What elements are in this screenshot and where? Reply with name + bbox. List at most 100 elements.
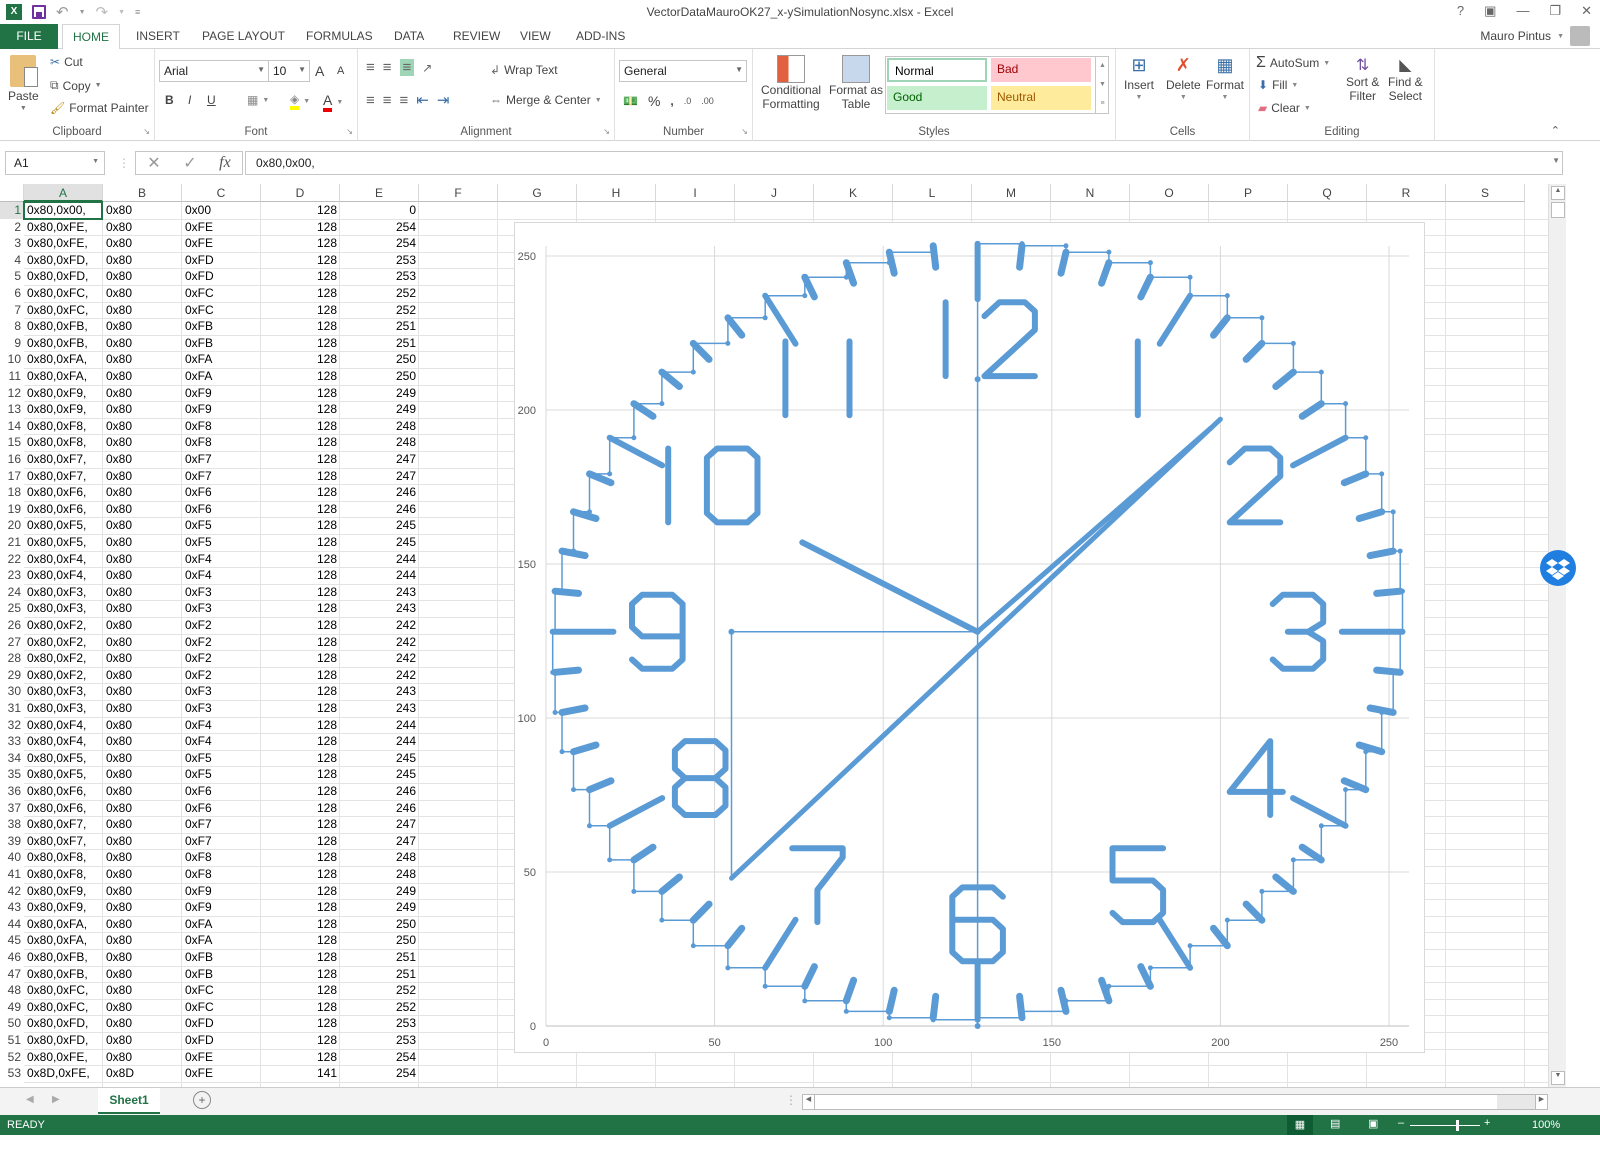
formula-input[interactable]: 0x80,0x00, bbox=[245, 151, 1563, 175]
row-header[interactable]: 36 bbox=[0, 783, 24, 800]
cell-a44[interactable]: 0x80,0xFA, bbox=[24, 916, 103, 933]
cell-c21[interactable]: 0xF5 bbox=[182, 534, 261, 551]
cell-c33[interactable]: 0xF4 bbox=[182, 733, 261, 750]
insert-function-icon[interactable]: fx bbox=[219, 154, 231, 172]
cell-b44[interactable]: 0x80 bbox=[103, 916, 182, 933]
scroll-up-button[interactable]: ▲ bbox=[1551, 186, 1565, 200]
format-painter-button[interactable]: 🖌 Format Painter bbox=[50, 101, 149, 115]
underline-button[interactable]: U bbox=[207, 93, 216, 107]
decrease-decimal-icon[interactable]: .00 bbox=[701, 96, 714, 106]
cell-b12[interactable]: 0x80 bbox=[103, 385, 182, 402]
decrease-indent-icon[interactable]: ⇤ bbox=[416, 91, 429, 109]
vertical-scrollbar[interactable]: ▲ ▼ bbox=[1548, 184, 1566, 1087]
cell-a13[interactable]: 0x80,0xF9, bbox=[24, 401, 103, 418]
column-header-q[interactable]: Q bbox=[1288, 184, 1367, 202]
cell-e7[interactable]: 252 bbox=[340, 302, 419, 319]
horizontal-scroll-thumb[interactable] bbox=[815, 1095, 1497, 1109]
cell-c2[interactable]: 0xFE bbox=[182, 219, 261, 236]
cell-c35[interactable]: 0xF5 bbox=[182, 766, 261, 783]
cell-e45[interactable]: 250 bbox=[340, 932, 419, 949]
cell-c28[interactable]: 0xF2 bbox=[182, 650, 261, 667]
cell-d16[interactable]: 128 bbox=[261, 451, 340, 468]
column-header-k[interactable]: K bbox=[814, 184, 893, 202]
cell-d11[interactable]: 128 bbox=[261, 368, 340, 385]
align-center-icon[interactable]: ≡ bbox=[383, 92, 392, 109]
cell-e18[interactable]: 246 bbox=[340, 484, 419, 501]
cell-a51[interactable]: 0x80,0xFD, bbox=[24, 1032, 103, 1049]
cell-e52[interactable]: 254 bbox=[340, 1049, 419, 1066]
increase-font-size-button[interactable]: A bbox=[315, 63, 324, 79]
cell-d14[interactable]: 128 bbox=[261, 418, 340, 435]
cell-e22[interactable]: 244 bbox=[340, 551, 419, 568]
insert-cells-button[interactable]: ⊞ Insert ▼ bbox=[1124, 55, 1154, 101]
align-bottom-icon[interactable]: ≡ bbox=[399, 59, 415, 76]
name-box[interactable]: A1 ▼ bbox=[5, 151, 105, 175]
avatar[interactable] bbox=[1570, 26, 1590, 46]
column-header-b[interactable]: B bbox=[103, 184, 182, 202]
cell-e4[interactable]: 253 bbox=[340, 252, 419, 269]
cell-d22[interactable]: 128 bbox=[261, 551, 340, 568]
accounting-format-icon[interactable]: 💵 bbox=[623, 94, 638, 108]
tab-add-ins[interactable]: ADD-INS bbox=[566, 24, 635, 49]
cell-c7[interactable]: 0xFC bbox=[182, 302, 261, 319]
scroll-sheets-left-icon[interactable]: ◀ bbox=[26, 1094, 34, 1105]
cell-b4[interactable]: 0x80 bbox=[103, 252, 182, 269]
cell-e34[interactable]: 245 bbox=[340, 750, 419, 767]
dialog-launcher-icon[interactable]: ↘ bbox=[741, 127, 748, 136]
enter-icon[interactable]: ✓ bbox=[183, 153, 196, 173]
cell-c38[interactable]: 0xF7 bbox=[182, 816, 261, 833]
zoom-slider-thumb[interactable] bbox=[1456, 1120, 1459, 1131]
cell-d3[interactable]: 128 bbox=[261, 235, 340, 252]
scroll-left-button[interactable]: ◀ bbox=[803, 1095, 815, 1109]
cell-c10[interactable]: 0xFA bbox=[182, 351, 261, 368]
row-header[interactable]: 50 bbox=[0, 1015, 24, 1032]
cell-e27[interactable]: 242 bbox=[340, 634, 419, 651]
row-header[interactable]: 28 bbox=[0, 650, 24, 667]
font-size-combo[interactable]: 10 ▼ bbox=[268, 60, 310, 82]
user-account[interactable]: Mauro Pintus ▼ bbox=[1480, 26, 1590, 46]
cell-c52[interactable]: 0xFE bbox=[182, 1049, 261, 1066]
cell-d7[interactable]: 128 bbox=[261, 302, 340, 319]
row-header[interactable]: 34 bbox=[0, 750, 24, 767]
column-header-j[interactable]: J bbox=[735, 184, 814, 202]
cell-b45[interactable]: 0x80 bbox=[103, 932, 182, 949]
cell-c23[interactable]: 0xF4 bbox=[182, 567, 261, 584]
dropbox-icon[interactable] bbox=[1540, 550, 1576, 586]
cell-a35[interactable]: 0x80,0xF5, bbox=[24, 766, 103, 783]
cell-a37[interactable]: 0x80,0xF6, bbox=[24, 800, 103, 817]
row-header[interactable]: 17 bbox=[0, 468, 24, 485]
cell-d42[interactable]: 128 bbox=[261, 883, 340, 900]
cell-e8[interactable]: 251 bbox=[340, 318, 419, 335]
row-header[interactable]: 7 bbox=[0, 302, 24, 319]
page-break-view-icon[interactable]: ▣ bbox=[1368, 1117, 1378, 1130]
cell-a52[interactable]: 0x80,0xFE, bbox=[24, 1049, 103, 1066]
cell-a48[interactable]: 0x80,0xFC, bbox=[24, 982, 103, 999]
cell-c51[interactable]: 0xFD bbox=[182, 1032, 261, 1049]
cell-c49[interactable]: 0xFC bbox=[182, 999, 261, 1016]
cell-b10[interactable]: 0x80 bbox=[103, 351, 182, 368]
row-header[interactable]: 45 bbox=[0, 932, 24, 949]
cell-e24[interactable]: 243 bbox=[340, 584, 419, 601]
cell-e9[interactable]: 251 bbox=[340, 335, 419, 352]
normal-view-icon[interactable]: ▦ bbox=[1287, 1115, 1313, 1135]
cell-a32[interactable]: 0x80,0xF4, bbox=[24, 717, 103, 734]
cell-d33[interactable]: 128 bbox=[261, 733, 340, 750]
cell-a21[interactable]: 0x80,0xF5, bbox=[24, 534, 103, 551]
borders-button[interactable]: ▦ ▼ bbox=[247, 93, 269, 107]
cell-d41[interactable]: 128 bbox=[261, 866, 340, 883]
cut-button[interactable]: ✂ Cut bbox=[50, 55, 83, 69]
zoom-level[interactable]: 100% bbox=[1532, 1119, 1560, 1131]
cell-e44[interactable]: 250 bbox=[340, 916, 419, 933]
row-header[interactable]: 10 bbox=[0, 351, 24, 368]
sort-filter-button[interactable]: ⇅ Sort & Filter bbox=[1346, 55, 1379, 103]
cell-e30[interactable]: 243 bbox=[340, 683, 419, 700]
cell-b20[interactable]: 0x80 bbox=[103, 517, 182, 534]
cell-b22[interactable]: 0x80 bbox=[103, 551, 182, 568]
comma-style-button[interactable]: , bbox=[670, 94, 673, 108]
fill-color-button[interactable]: ◈ ▼ bbox=[290, 92, 310, 110]
align-top-icon[interactable]: ≡ bbox=[366, 59, 375, 76]
cell-b2[interactable]: 0x80 bbox=[103, 219, 182, 236]
cell-e25[interactable]: 243 bbox=[340, 600, 419, 617]
close-button[interactable]: ✕ bbox=[1581, 3, 1592, 19]
cell-e23[interactable]: 244 bbox=[340, 567, 419, 584]
